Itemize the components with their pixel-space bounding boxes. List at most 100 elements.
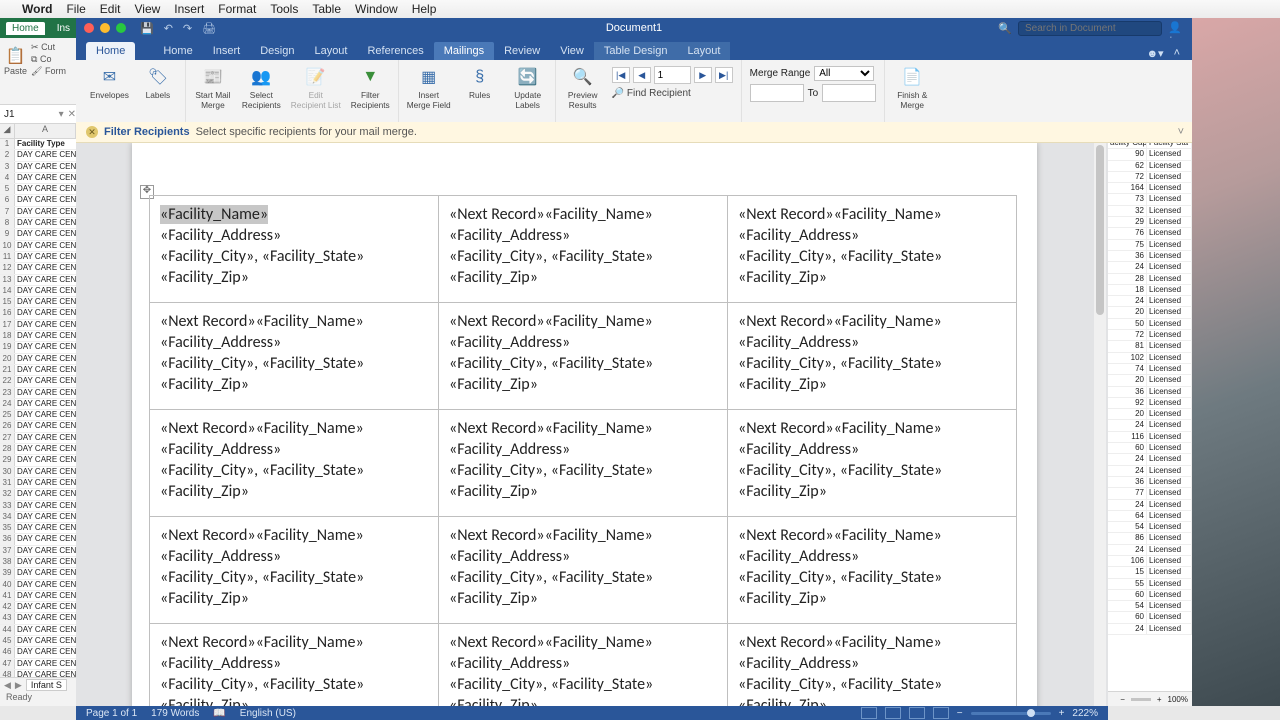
merge-field-name[interactable]: «Facility_Name» — [256, 633, 364, 652]
excel-right-row[interactable]: 64Licensed — [1108, 511, 1192, 522]
excel-right-row[interactable]: 90Licensed — [1108, 149, 1192, 160]
merge-field-zip[interactable]: «Facility_Zip» — [160, 375, 249, 394]
excel-right-row[interactable]: 81Licensed — [1108, 341, 1192, 352]
nav-last-button[interactable]: ▶| — [715, 67, 733, 83]
label-cell[interactable]: «Next Record»«Facility_Name»«Facility_Ad… — [150, 410, 439, 517]
merge-field-name[interactable]: «Facility_Name» — [545, 205, 653, 224]
excel-select-all[interactable]: ◢ — [0, 124, 15, 138]
excel-right-row[interactable]: 15Licensed — [1108, 567, 1192, 578]
excel-row[interactable]: 12DAY CARE CENTER — [0, 263, 76, 274]
tab-review[interactable]: Review — [494, 42, 550, 60]
tab-table-design[interactable]: Table Design — [594, 42, 678, 60]
view-print-layout[interactable] — [861, 707, 877, 719]
excel-right-row[interactable]: 24Licensed — [1108, 420, 1192, 431]
merge-field-name[interactable]: «Facility_Name» — [545, 419, 653, 438]
merge-field-next[interactable]: «Next Record» — [738, 419, 834, 438]
excel-right-row[interactable]: 24Licensed — [1108, 454, 1192, 465]
excel-right-row[interactable]: 32Licensed — [1108, 206, 1192, 217]
edit-recipient-list-button[interactable]: 📝Edit Recipient List — [291, 64, 341, 110]
merge-field-citystate[interactable]: «Facility_City», «Facility_State» — [449, 461, 653, 480]
tab-references[interactable]: References — [357, 42, 433, 60]
merge-field-next[interactable]: «Next Record» — [160, 633, 256, 652]
merge-field-name[interactable]: «Facility_Name» — [545, 633, 653, 652]
excel-row[interactable]: 6DAY CARE CENTER — [0, 195, 76, 206]
excel-right-row[interactable]: 24Licensed — [1108, 466, 1192, 477]
tab-table-layout[interactable]: Layout — [677, 42, 730, 60]
excel-row[interactable]: 16DAY CARE CENTER — [0, 308, 76, 319]
excel-name-box[interactable]: J1▾✕ — [0, 105, 76, 124]
excel-right-row[interactable]: 54Licensed — [1108, 522, 1192, 533]
merge-field-address[interactable]: «Facility_Address» — [738, 654, 859, 673]
merge-field-name[interactable]: «Facility_Name» — [834, 419, 942, 438]
excel-row[interactable]: 15DAY CARE CENTER — [0, 297, 76, 308]
mac-menu-tools[interactable]: Tools — [270, 2, 298, 16]
excel-right-row[interactable]: 116Licensed — [1108, 432, 1192, 443]
excel-right-row[interactable]: 86Licensed — [1108, 533, 1192, 544]
update-labels-button[interactable]: 🔄Update Labels — [509, 64, 547, 110]
rules-button[interactable]: §Rules — [461, 64, 499, 100]
merge-field-address[interactable]: «Facility_Address» — [160, 547, 281, 566]
excel-row[interactable]: 10DAY CARE CENTER — [0, 241, 76, 252]
nav-prev-button[interactable]: ◀ — [633, 67, 651, 83]
merge-field-name[interactable]: «Facility_Name» — [160, 205, 268, 224]
nav-first-button[interactable]: |◀ — [612, 67, 630, 83]
excel-right-row[interactable]: 20Licensed — [1108, 409, 1192, 420]
excel-row[interactable]: 43DAY CARE CENTER — [0, 613, 76, 624]
excel-right-row[interactable]: 20Licensed — [1108, 307, 1192, 318]
labels-button[interactable]: 🏷Labels — [139, 64, 177, 100]
excel-cut-button[interactable]: ✂ Cut — [31, 42, 66, 53]
label-cell[interactable]: «Next Record»«Facility_Name»«Facility_Ad… — [728, 517, 1017, 624]
label-cell[interactable]: «Next Record»«Facility_Name»«Facility_Ad… — [728, 624, 1017, 707]
merge-field-next[interactable]: «Next Record» — [738, 526, 834, 545]
search-input[interactable] — [1018, 21, 1162, 36]
excel-row[interactable]: 36DAY CARE CENTER — [0, 534, 76, 545]
excel-row[interactable]: 14DAY CARE CENTER — [0, 286, 76, 297]
filter-bar-close-icon[interactable]: ✕ — [86, 126, 98, 138]
filter-recipients-button[interactable]: ▼Filter Recipients — [351, 64, 390, 110]
label-cell[interactable]: «Next Record»«Facility_Name»«Facility_Ad… — [728, 196, 1017, 303]
merge-field-citystate[interactable]: «Facility_City», «Facility_State» — [160, 247, 364, 266]
merge-field-name[interactable]: «Facility_Name» — [834, 633, 942, 652]
excel-right-row[interactable]: 106Licensed — [1108, 556, 1192, 567]
merge-field-address[interactable]: «Facility_Address» — [449, 547, 570, 566]
sheet-nav-next[interactable]: ▶ — [15, 680, 22, 691]
status-page[interactable]: Page 1 of 1 — [86, 708, 137, 719]
filter-bar-chevron-icon[interactable]: ˅ — [1178, 126, 1184, 138]
merge-field-next[interactable]: «Next Record» — [449, 419, 545, 438]
zoom-value[interactable]: 222% — [1072, 708, 1098, 719]
excel-right-row[interactable]: 24Licensed — [1108, 262, 1192, 273]
excel-row[interactable]: 18DAY CARE CENTER — [0, 331, 76, 342]
account-icon[interactable]: ☻▾ — [1146, 47, 1163, 60]
scrollbar-thumb[interactable] — [1096, 145, 1104, 315]
status-language[interactable]: English (US) — [240, 708, 296, 719]
mac-menu-format[interactable]: Format — [218, 2, 256, 16]
excel-row[interactable]: 1Facility Type — [0, 139, 76, 150]
merge-field-next[interactable]: «Next Record» — [738, 205, 834, 224]
merge-field-zip[interactable]: «Facility_Zip» — [160, 696, 249, 706]
excel-right-row[interactable]: 75Licensed — [1108, 240, 1192, 251]
label-cell[interactable]: «Next Record»«Facility_Name»«Facility_Ad… — [150, 303, 439, 410]
merge-field-zip[interactable]: «Facility_Zip» — [738, 696, 827, 706]
mac-menu-window[interactable]: Window — [355, 2, 398, 16]
excel-row[interactable]: 44DAY CARE CENTER — [0, 625, 76, 636]
excel-row[interactable]: 32DAY CARE CENTER — [0, 489, 76, 500]
zoom-out-button[interactable]: − — [957, 708, 963, 719]
excel-row[interactable]: 11DAY CARE CENTER — [0, 252, 76, 263]
merge-field-name[interactable]: «Facility_Name» — [834, 526, 942, 545]
view-outline[interactable] — [909, 707, 925, 719]
merge-field-citystate[interactable]: «Facility_City», «Facility_State» — [738, 675, 942, 694]
merge-field-zip[interactable]: «Facility_Zip» — [160, 482, 249, 501]
label-cell[interactable]: «Next Record»«Facility_Name»«Facility_Ad… — [439, 624, 728, 707]
excel-row[interactable]: 45DAY CARE CENTER — [0, 636, 76, 647]
merge-field-citystate[interactable]: «Facility_City», «Facility_State» — [449, 354, 653, 373]
merge-field-zip[interactable]: «Facility_Zip» — [160, 589, 249, 608]
share-icon[interactable]: 👤⁺ — [1168, 21, 1184, 35]
excel-right-row[interactable]: 24Licensed — [1108, 624, 1192, 635]
label-cell[interactable]: «Next Record»«Facility_Name»«Facility_Ad… — [439, 196, 728, 303]
document-page[interactable]: ✥ «Facility_Name»«Facility_Address»«Faci… — [132, 143, 1037, 706]
label-cell[interactable]: «Next Record»«Facility_Name»«Facility_Ad… — [150, 624, 439, 707]
label-cell[interactable]: «Facility_Name»«Facility_Address»«Facili… — [150, 196, 439, 303]
excel-row[interactable]: 9DAY CARE CENTER — [0, 229, 76, 240]
excel-format-button[interactable]: 🖌 Form — [31, 66, 66, 77]
vertical-scrollbar[interactable] — [1094, 143, 1106, 706]
